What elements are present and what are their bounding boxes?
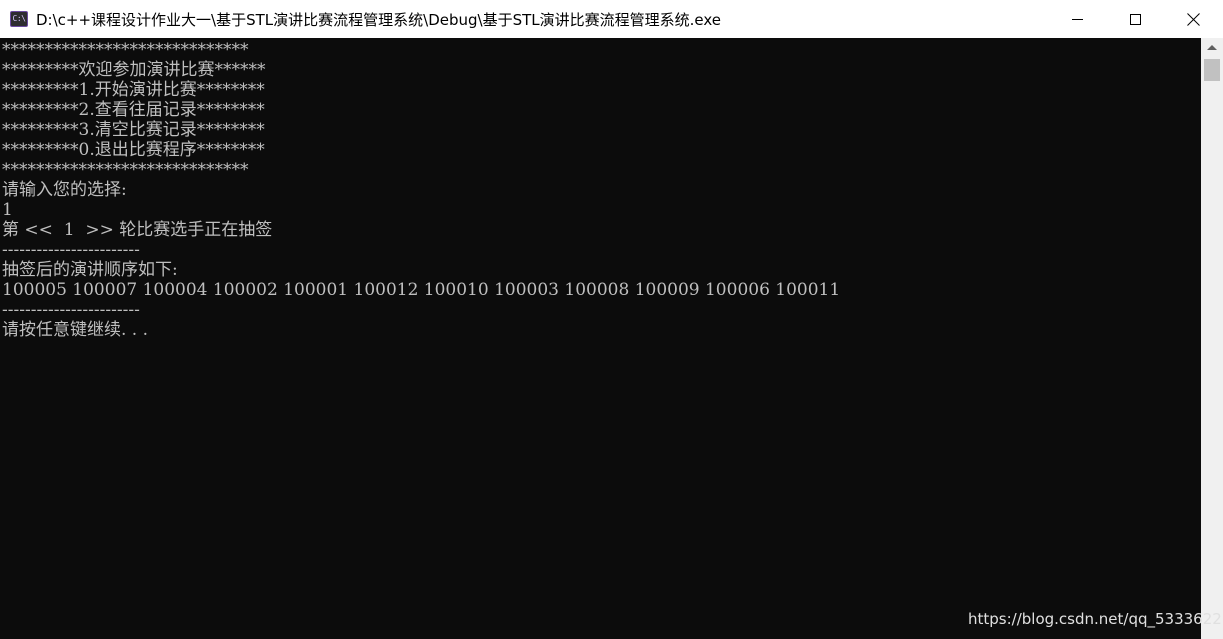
console-line: ------------------------ bbox=[2, 240, 140, 260]
console-line: *********0.退出比赛程序******** bbox=[2, 140, 265, 160]
scrollbar-thumb[interactable] bbox=[1204, 59, 1220, 81]
console-output[interactable]: ***************************** *********欢… bbox=[0, 38, 1201, 639]
console-line: 请输入您的选择: bbox=[2, 180, 127, 200]
console-line: 100005 100007 100004 100002 100001 10001… bbox=[2, 280, 841, 300]
console-line: *********2.查看往届记录******** bbox=[2, 100, 265, 120]
vertical-scrollbar[interactable] bbox=[1201, 38, 1223, 639]
console-app-icon[interactable]: C:\ bbox=[10, 11, 28, 27]
console-window: C:\ D:\c++课程设计作业大一\基于STL演讲比赛流程管理系统\Debug… bbox=[0, 0, 1223, 639]
watermark: https://blog.csdn.net/qq_5333622 bbox=[968, 610, 1222, 628]
console-line: 1 bbox=[2, 200, 13, 220]
scroll-up-icon[interactable] bbox=[1207, 45, 1217, 50]
console-line: 抽签后的演讲顺序如下: bbox=[2, 260, 178, 280]
maximize-button[interactable] bbox=[1106, 0, 1164, 38]
console-line: ***************************** bbox=[2, 160, 249, 180]
console-line: *********欢迎参加演讲比赛****** bbox=[2, 60, 266, 80]
console-line: ------------------------ bbox=[2, 300, 140, 320]
close-button[interactable] bbox=[1164, 0, 1222, 38]
console-line: *********1.开始演讲比赛******** bbox=[2, 80, 265, 100]
console-line: *********3.清空比赛记录******** bbox=[2, 120, 265, 140]
console-line: 请按任意键继续. . . bbox=[2, 320, 149, 340]
close-icon bbox=[1187, 13, 1200, 26]
title-bar[interactable]: C:\ D:\c++课程设计作业大一\基于STL演讲比赛流程管理系统\Debug… bbox=[0, 0, 1223, 38]
window-title: D:\c++课程设计作业大一\基于STL演讲比赛流程管理系统\Debug\基于S… bbox=[36, 11, 721, 29]
minimize-icon bbox=[1071, 18, 1083, 20]
maximize-icon bbox=[1129, 13, 1141, 25]
console-line: ***************************** bbox=[2, 40, 249, 60]
console-line: 第 << 1 >> 轮比赛选手正在抽签 bbox=[2, 220, 273, 240]
app-icon-text: C:\ bbox=[12, 14, 26, 23]
minimize-button[interactable] bbox=[1048, 0, 1106, 38]
